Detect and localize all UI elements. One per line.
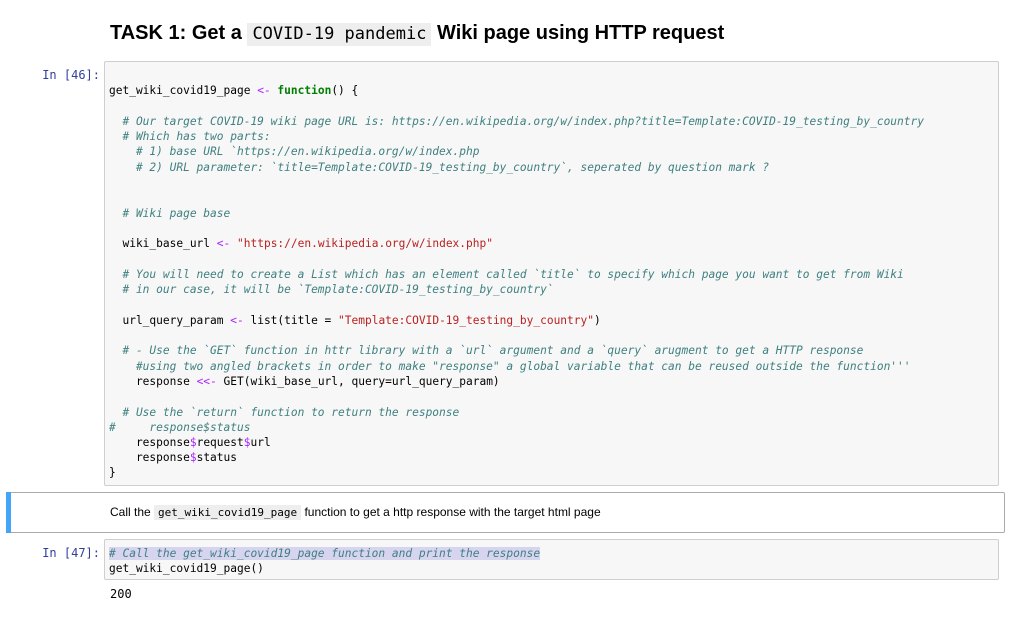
code-line-call: get_wiki_covid19_page() [109,562,264,575]
task-heading-prefix: TASK 1: Get a [110,22,248,44]
cell-47-prompt: In [47]: [42,546,100,560]
markdown-cell-text: Call the get_wiki_covid19_page function … [110,505,601,520]
selected-cell-indicator [6,492,11,533]
code-line-get-request: response <<- GET(wiki_base_url, query=ur… [109,375,500,388]
code-comment-selected: # Call the get_wiki_covid19_page functio… [109,547,541,560]
task-heading-code: COVID-19 pandemic [247,23,432,46]
cell-46-code-editor[interactable]: get_wiki_covid19_page <- function() { # … [104,61,999,486]
cell-47-code-editor[interactable]: # Call the get_wiki_covid19_page functio… [104,539,999,580]
cell-47-output: 200 [110,587,132,601]
code-comment: # You will need to create a List which h… [109,268,904,281]
code-comment: # 1) base URL `https://en.wikipedia.org/… [109,145,480,158]
code-comment: # response$status [109,421,251,434]
task-heading: TASK 1: Get a COVID-19 pandemic Wiki pag… [110,19,724,48]
markdown-cell-selected[interactable]: Call the get_wiki_covid19_page function … [6,492,1005,533]
task-heading-suffix: Wiki page using HTTP request [431,22,725,44]
code-line-request-url: response$request$url [109,436,271,449]
code-line-wiki-base-url: wiki_base_url <- "https://en.wikipedia.o… [109,237,493,250]
code-line-function-def: get_wiki_covid19_page <- function() { [109,84,359,97]
code-line-url-query-param: url_query_param <- list(title = "Templat… [109,314,601,327]
cell-46-prompt: In [46]: [42,68,100,82]
code-comment: # Wiki page base [109,207,231,220]
code-line-closing-brace: } [109,466,116,479]
code-line-status: response$status [109,451,237,464]
code-comment: # 2) URL parameter: `title=Template:COVI… [109,161,770,174]
code-comment: #using two angled brackets in order to m… [109,360,911,373]
code-comment: # Which has two parts: [109,130,271,143]
code-comment: # Our target COVID-19 wiki page URL is: … [109,115,924,128]
code-comment: # in our case, it will be `Template:COVI… [109,283,554,296]
inline-code: get_wiki_covid19_page [154,505,302,520]
code-comment: # - Use the `GET` function in httr libra… [109,344,864,357]
code-comment: # Use the `return` function to return th… [109,406,460,419]
